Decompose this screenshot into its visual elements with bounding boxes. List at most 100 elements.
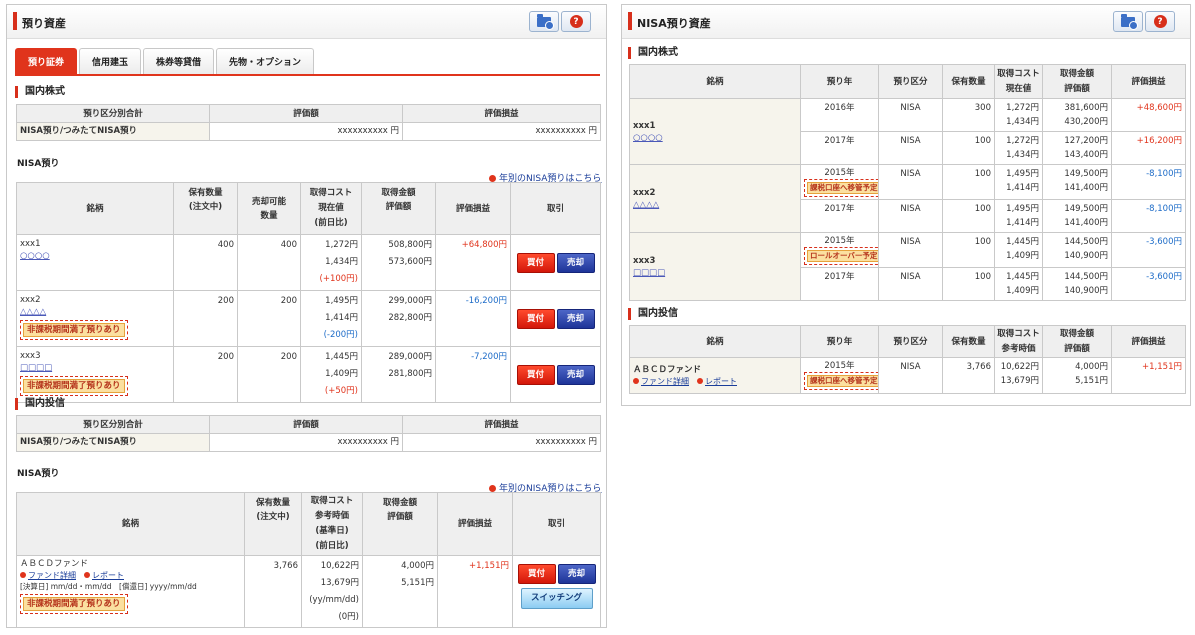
deposit-year: 2015年 [824,236,855,246]
cost: 1,445円 [325,352,358,362]
deposit-year: 2017年 [800,267,879,301]
fund-detail-link[interactable]: ファンド詳細 [20,571,76,580]
sell-button[interactable]: 売却 [557,564,596,584]
buy-button[interactable]: 買付 [516,252,555,273]
day-change: (+100円) [319,274,358,284]
buy-button[interactable]: 買付 [517,564,556,584]
qty: 100 [942,131,995,165]
table-row: xxx2 △△△△ 非課税期間満了預りあり 200 200 1,495円 1,41… [16,290,601,347]
stock-name-link[interactable]: □□□□ [633,267,797,279]
summary-header: 評価額 [209,415,403,434]
deposit-type: NISA [878,267,943,301]
fund-dates: [決算日] mm/dd・mm/dd [償還日] yyyy/mm/dd [20,582,197,591]
deposit-year: 2017年 [800,131,879,165]
acquisition: 4,000円 [401,561,434,571]
deposit-type: NISA [878,164,943,200]
day-change: (0円) [338,612,359,622]
fund-detail-link[interactable]: ファンド詳細 [633,377,689,386]
valuation: 140,900円 [1064,286,1108,296]
acquisition: 289,000円 [388,352,432,362]
deposit-year: 2015年 [824,361,855,371]
acquisition: 127,200円 [1064,136,1108,146]
buy-button[interactable]: 買付 [516,364,555,385]
sell-button[interactable]: 売却 [556,252,595,273]
col-cost: 取得コスト 現在値 (前日比) [300,182,362,235]
stock-summary-table: 預り区分別合計 評価額 評価損益 NISA預り/つみたてNISA預り xxxxx… [16,104,601,141]
col-amount: 取得金額 評価額 [362,492,438,556]
stock-name-link[interactable]: △△△△ [20,306,170,318]
tab-securities[interactable]: 預り証券 [15,48,78,74]
qty: 300 [942,98,995,132]
status-badge: 非課税期間満了預りあり [20,376,128,396]
col-trade: 取引 [512,492,601,556]
col-name: 銘柄 [629,64,801,99]
acquisition: 144,500円 [1064,272,1108,282]
status-badge: 課税口座へ移管予定 [804,372,878,390]
sell-button[interactable]: 売却 [556,308,595,329]
report-link[interactable]: レポート [697,377,737,386]
cost: 10,622円 [1000,362,1039,372]
qty: 3,766 [942,357,995,394]
link-label: レポート [92,571,124,580]
tab-lending[interactable]: 株券等貸借 [143,48,215,74]
folder-button[interactable] [529,11,559,32]
profit-loss: -8,100円 [1111,164,1186,200]
qty: 100 [942,164,995,200]
folder-icon [537,13,554,30]
section-domestic-stock: 国内株式 [628,47,678,59]
summary-label: NISA預り/つみたてNISA預り [16,122,210,141]
folder-button[interactable] [1113,11,1143,32]
panel-header: NISA預り資産 ? [622,5,1190,39]
badge-label: 課税口座へ移管予定 [807,375,878,387]
status-badge: 非課税期間満了預りあり [20,320,128,340]
tab-futures[interactable]: 先物・オプション [216,48,315,74]
fund-summary-table: 預り区分別合計 評価額 評価損益 NISA預り/つみたてNISA預り xxxxx… [16,415,601,452]
valuation: 430,200円 [1064,117,1108,127]
col-trade: 取引 [510,182,601,235]
section-domestic-stock: 国内株式 [15,86,65,98]
sellable: 400 [237,234,301,291]
stock-holdings-table: 銘柄 保有数量 (注文中) 売却可能 数量 取得コスト 現在値 (前日比) 取得… [16,182,601,403]
col-amount: 取得金額 評価額 [1042,64,1112,99]
col-amount: 取得金額 評価額 [1042,325,1112,358]
tab-margin[interactable]: 信用建玉 [79,48,142,74]
stock-code: xxx1 [20,239,41,249]
sell-button[interactable]: 売却 [556,364,595,385]
help-button[interactable]: ? [1145,11,1175,32]
valuation: 141,400円 [1064,218,1108,228]
table-row: xxx2 △△△△ 2015年 課税口座へ移管予定 NISA 100 1,495円 1… [629,164,1186,233]
stock-name-link[interactable]: △△△△ [633,199,797,211]
qty: 3,766 [244,555,302,627]
buy-button[interactable]: 買付 [516,308,555,329]
panel-title: NISA預り資産 [637,17,711,30]
help-button[interactable]: ? [561,11,591,32]
profit-loss: -3,600円 [1111,267,1186,301]
stock-name-link[interactable]: ○○○○ [633,132,797,144]
stock-name-link[interactable]: □□□□ [20,362,170,374]
profit-loss: +48,600円 [1111,98,1186,132]
profit-loss: +1,151円 [437,555,513,627]
table-row: ＡＢＣＤファンド ファンド詳細 レポート [決算日] mm/dd・mm/dd [償… [16,555,601,627]
valuation: 5,151円 [401,578,434,588]
price: 13,679円 [1000,376,1039,386]
cost: 1,445円 [1006,237,1039,247]
report-link[interactable]: レポート [84,571,124,580]
col-qty: 保有数量 (注文中) [244,492,302,556]
switching-button[interactable]: スイッチング [520,588,593,609]
table-row: xxx1 ○○○○ 2016年 NISA 300 1,272円 1,434円 381… [629,98,1186,165]
profit-loss: -7,200円 [435,346,511,403]
col-name: 銘柄 [16,182,174,235]
summary-header: 預り区分別合計 [16,415,210,434]
stock-name-link[interactable]: ○○○○ [20,250,170,262]
sellable: 200 [237,290,301,347]
profit-loss: -16,200円 [435,290,511,347]
summary-value: xxxxxxxxxx 円 [209,122,403,141]
profit-loss: +16,200円 [1111,131,1186,165]
title-accent [628,12,632,30]
circle-arrow-icon [489,175,496,182]
table-row: xxx1 ○○○○ 400 400 1,272円 1,434円 (+100円) 50… [16,234,601,291]
profit-loss: -3,600円 [1111,232,1186,268]
col-type: 預り区分 [878,325,943,358]
summary-pl: xxxxxxxxxx 円 [402,122,601,141]
summary-header: 評価損益 [402,104,601,123]
